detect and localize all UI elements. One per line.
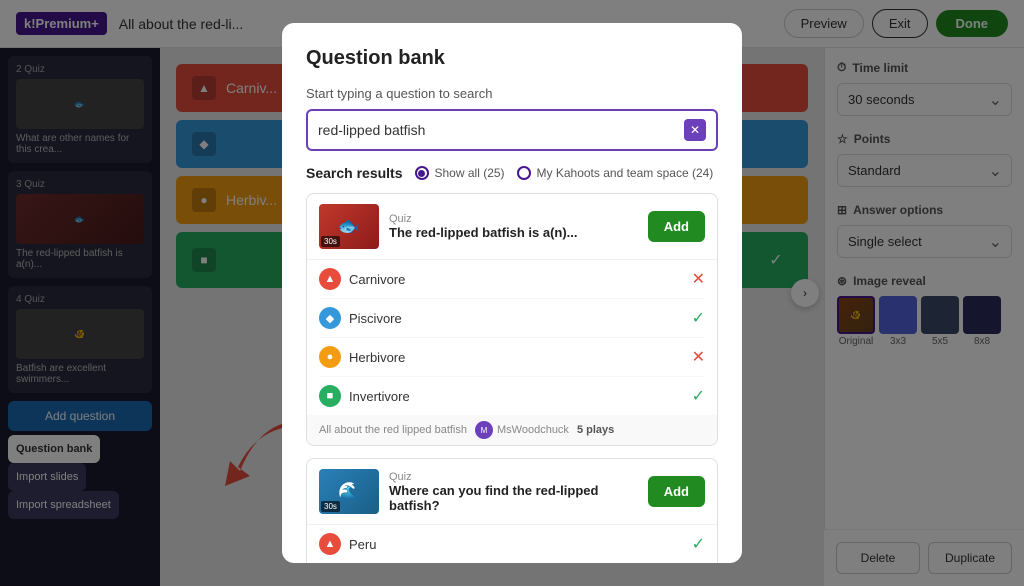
- q-type-1: Quiz: [389, 213, 638, 225]
- author-1: MsWoodchuck: [497, 424, 569, 436]
- q-answers-1: ▲ Carnivore ✕ ◆ Piscivore ✓ ● Herbivore …: [307, 260, 717, 415]
- question-card-2: 🌊 30s Quiz Where can you find the red-li…: [306, 458, 718, 563]
- ans-icon-yellow-1: ●: [319, 346, 341, 368]
- search-bar: ✕: [306, 109, 718, 151]
- ans-text-2-1: Peru: [349, 537, 376, 552]
- show-all-radio-dot: [415, 166, 429, 180]
- ans-text-1-3: Herbivore: [349, 350, 405, 365]
- q-answer-1-3: ● Herbivore ✕: [319, 338, 705, 377]
- question-bank-modal: Question bank Start typing a question to…: [282, 23, 742, 563]
- q-source-1: All about the red lipped batfish: [319, 424, 467, 436]
- q-answer-2-1: ▲ Peru ✓: [319, 525, 705, 563]
- results-title: Search results: [306, 165, 403, 181]
- q-answer-1-4: ■ Invertivore ✓: [319, 377, 705, 415]
- ans-result-1-3: ✕: [692, 347, 705, 367]
- show-all-radio[interactable]: Show all (25): [415, 166, 505, 180]
- ans-result-1-2: ✓: [692, 308, 705, 328]
- q-type-2: Quiz: [389, 471, 638, 483]
- user-avatar-1: M: [475, 421, 493, 439]
- q-answer-1-2: ◆ Piscivore ✓: [319, 299, 705, 338]
- q-thumb-2: 🌊 30s: [319, 469, 379, 514]
- ans-icon-green-1: ■: [319, 385, 341, 407]
- question-card-1: 🐟 30s Quiz The red-lipped batfish is a(n…: [306, 193, 718, 446]
- q-text-2: Where can you find the red-lipped batfis…: [389, 483, 638, 513]
- my-kahoots-radio[interactable]: My Kahoots and team space (24): [517, 166, 714, 180]
- ans-text-1-4: Invertivore: [349, 389, 410, 404]
- modal-overlay[interactable]: Question bank Start typing a question to…: [0, 0, 1024, 586]
- ans-icon-red-1: ▲: [319, 268, 341, 290]
- ans-text-1-2: Piscivore: [349, 311, 402, 326]
- q-card-2-header: 🌊 30s Quiz Where can you find the red-li…: [307, 459, 717, 525]
- search-input[interactable]: [318, 122, 676, 138]
- modal-title: Question bank: [306, 47, 718, 70]
- q-thumb-1: 🐟 30s: [319, 204, 379, 249]
- q-answer-1-1: ▲ Carnivore ✕: [319, 260, 705, 299]
- q-add-button-2[interactable]: Add: [648, 476, 705, 507]
- ans-text-1-1: Carnivore: [349, 272, 405, 287]
- search-clear-button[interactable]: ✕: [684, 119, 706, 141]
- q-info-2: Quiz Where can you find the red-lipped b…: [389, 471, 638, 513]
- plays-count-1: 5 plays: [577, 424, 614, 436]
- my-kahoots-radio-dot: [517, 166, 531, 180]
- search-label: Start typing a question to search: [306, 86, 718, 101]
- q-card-1-header: 🐟 30s Quiz The red-lipped batfish is a(n…: [307, 194, 717, 260]
- ans-icon-red-2: ▲: [319, 533, 341, 555]
- ans-icon-blue-1: ◆: [319, 307, 341, 329]
- q-info-1: Quiz The red-lipped batfish is a(n)...: [389, 213, 638, 240]
- q-add-button-1[interactable]: Add: [648, 211, 705, 242]
- ans-result-1-1: ✕: [692, 269, 705, 289]
- show-all-label: Show all (25): [435, 166, 505, 180]
- q-thumb-1-duration: 30s: [321, 236, 340, 247]
- q-footer-1: All about the red lipped batfish M MsWoo…: [307, 415, 717, 445]
- search-results-header: Search results Show all (25) My Kahoots …: [306, 165, 718, 181]
- q-text-1: The red-lipped batfish is a(n)...: [389, 225, 638, 240]
- q-answers-2: ▲ Peru ✓ ◆ Brazil ✕ ● Galapagos ✓ ■ All …: [307, 525, 717, 563]
- ans-result-2-1: ✓: [692, 534, 705, 554]
- q-thumb-2-duration: 30s: [321, 501, 340, 512]
- user-badge-1: M MsWoodchuck: [475, 421, 569, 439]
- ans-result-1-4: ✓: [692, 386, 705, 406]
- my-kahoots-label: My Kahoots and team space (24): [537, 166, 714, 180]
